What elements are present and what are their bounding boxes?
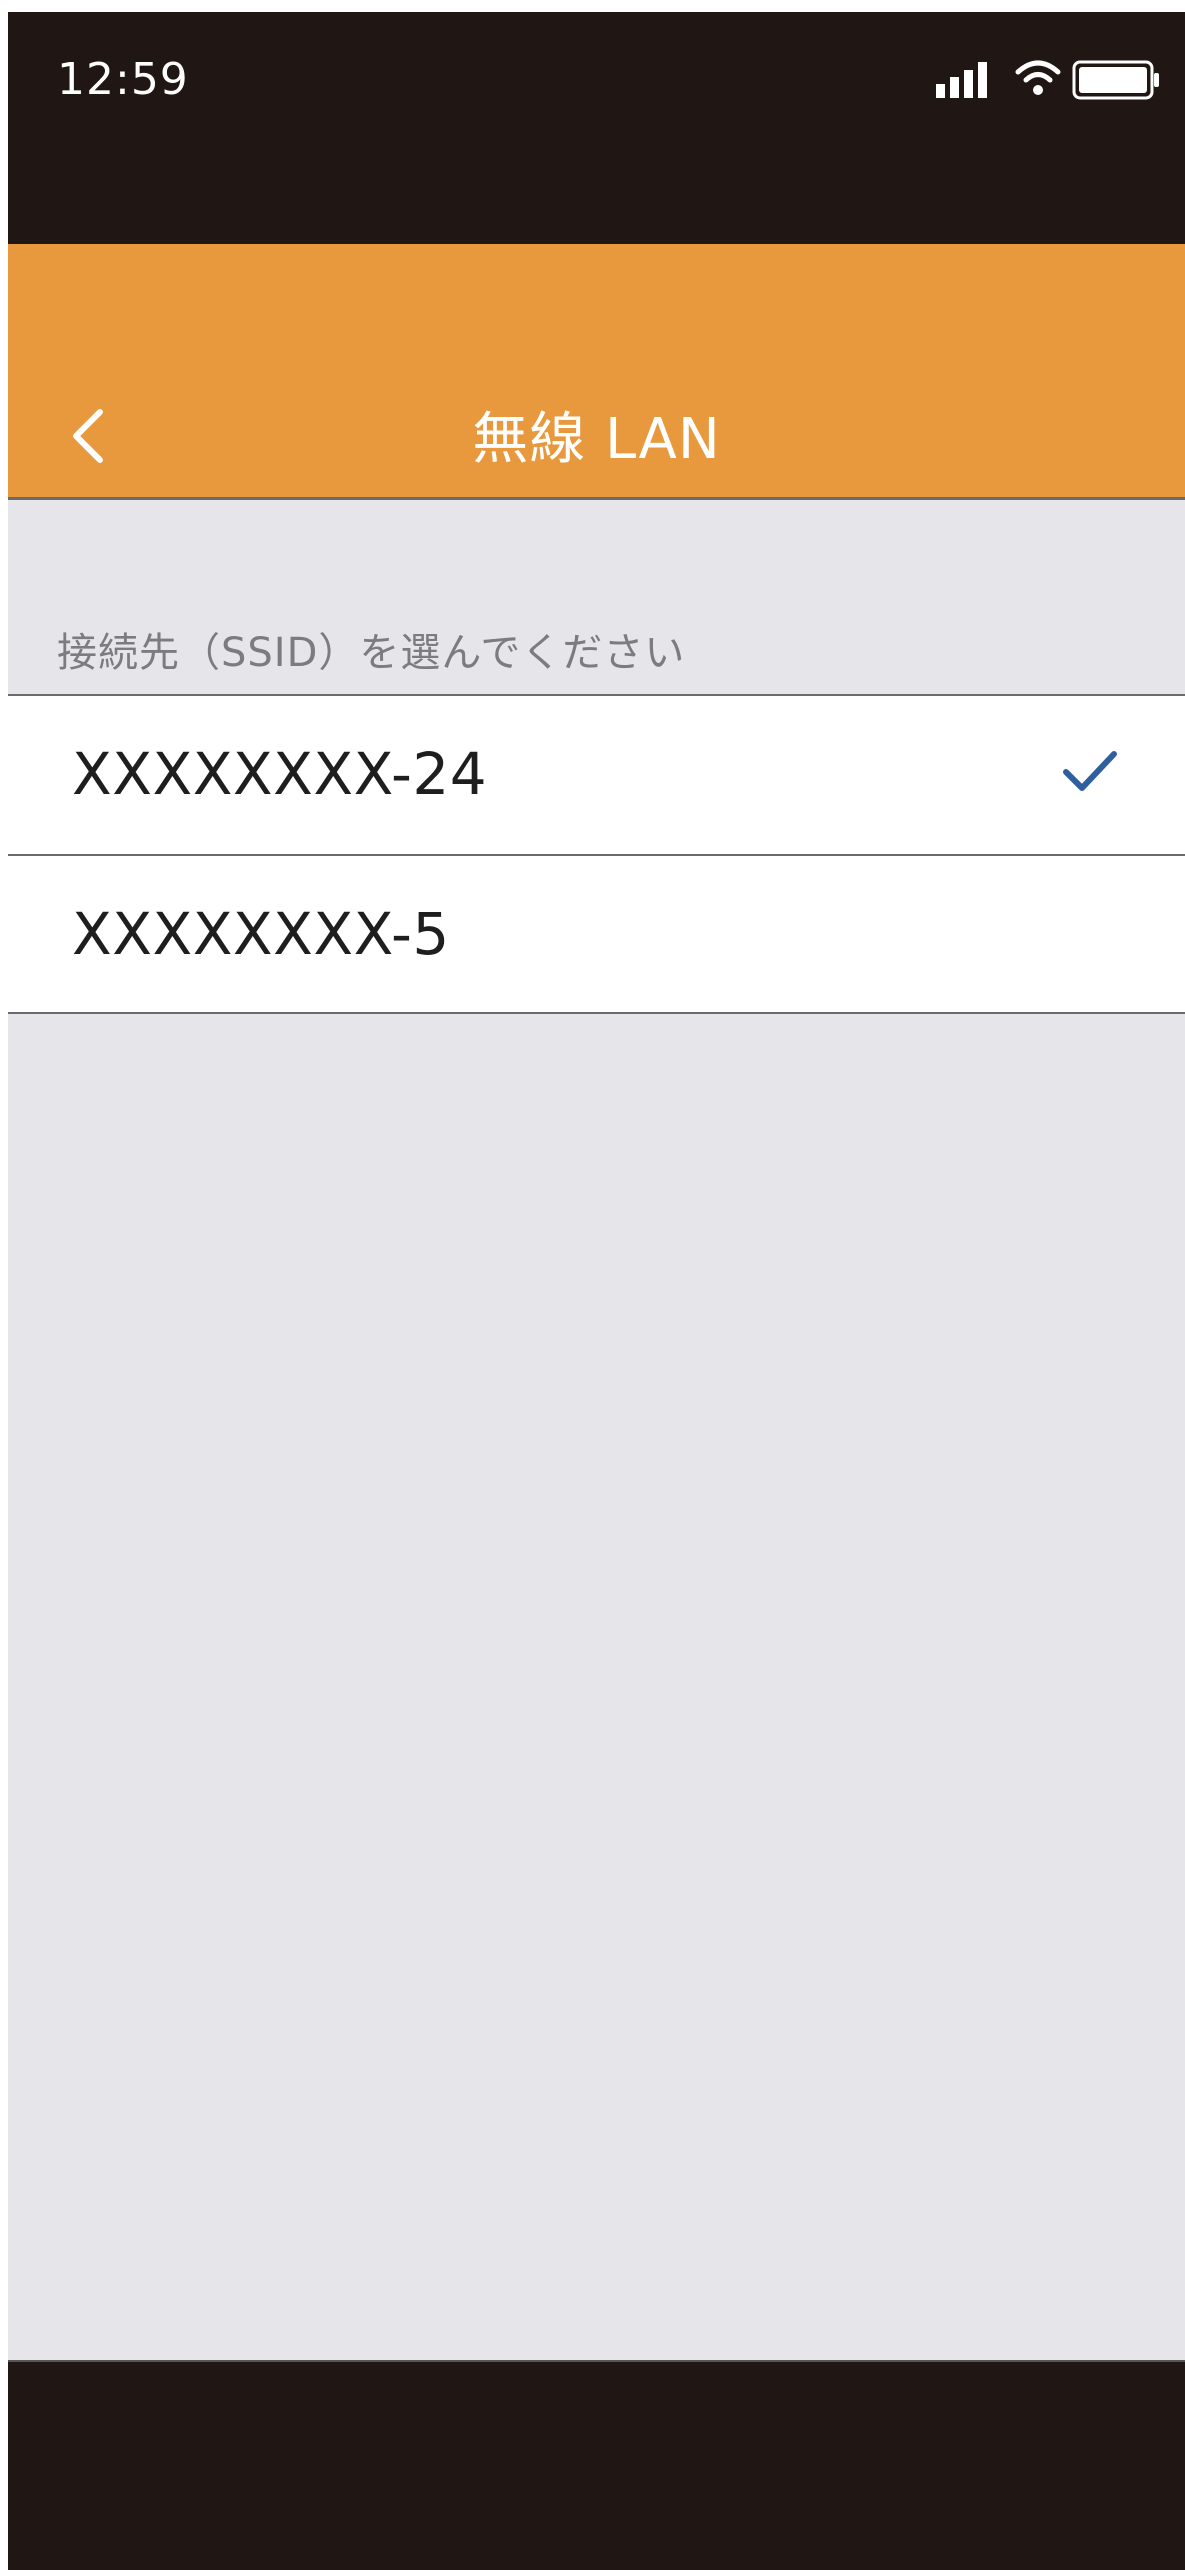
ssid-row-24[interactable]: XXXXXXXX-24 (8, 696, 1185, 854)
ssid-name: XXXXXXXX-24 (72, 740, 488, 808)
page-title: 無線 LAN (472, 407, 721, 472)
status-bar: 12:59 (8, 12, 1185, 244)
cellular-signal-icon (936, 62, 987, 98)
navigation-header: 無線 LAN (8, 244, 1185, 500)
battery-full-icon (1072, 60, 1159, 100)
section-label: 接続先（SSID）を選んでください (57, 630, 686, 676)
ssid-row-5[interactable]: XXXXXXXX-5 (8, 854, 1185, 1012)
wifi-icon (1015, 60, 1061, 95)
ssid-name: XXXXXXXX-5 (72, 900, 450, 968)
bottom-bar (8, 2362, 1185, 2570)
phone-screen: 12:59 無線 LAN 接続先（SSID）を選んでください XXXXXXXX-… (8, 12, 1185, 2570)
ssid-list: XXXXXXXX-24 XXXXXXXX-5 (8, 694, 1185, 1014)
status-time: 12:59 (57, 54, 189, 105)
wifi-selection-content: 接続先（SSID）を選んでください XXXXXXXX-24 XXXXXXXX-5 (8, 500, 1185, 2362)
checkmark-icon (1063, 751, 1117, 791)
